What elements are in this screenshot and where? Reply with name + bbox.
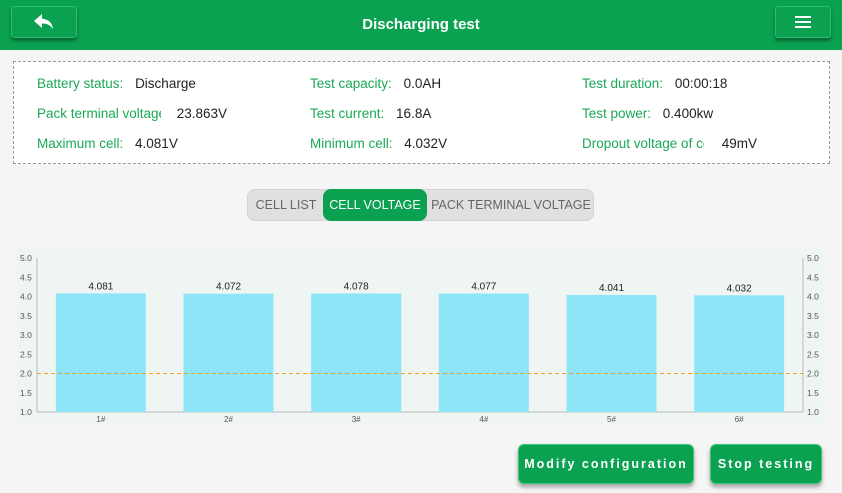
test-duration: Test duration: 00:00:18: [582, 76, 727, 91]
tab-cell-voltage[interactable]: CELL VOLTAGE: [323, 189, 427, 221]
y-tick-label-right: 4.0: [807, 292, 819, 302]
modify-configuration-button[interactable]: Modify configuration: [518, 444, 694, 484]
bar: [438, 293, 529, 412]
minimum-cell-label: Minimum cell:: [310, 136, 393, 151]
y-tick-label-left: 5.0: [20, 253, 32, 263]
x-tick-label: 5#: [607, 415, 616, 424]
top-bar: Discharging test: [0, 0, 842, 50]
y-tick-label-left: 4.5: [20, 272, 32, 282]
test-capacity-label: Test capacity:: [310, 76, 392, 91]
y-tick-label-right: 2.0: [807, 369, 819, 379]
test-current-label: Test current:: [310, 106, 385, 121]
hamburger-menu-icon: [795, 16, 811, 28]
maximum-cell-label: Maximum cell:: [37, 136, 124, 151]
tab-cell-list[interactable]: CELL LIST: [248, 190, 324, 220]
y-tick-label-right: 1.0: [807, 407, 819, 417]
data-label: 4.077: [471, 282, 496, 293]
stop-testing-button[interactable]: Stop testing: [710, 444, 822, 484]
pack-terminal-voltage-value: 23.863V: [176, 106, 228, 121]
pack-terminal-voltage-label: Pack terminal voltage: [37, 106, 161, 121]
maximum-cell: Maximum cell: 4.081V: [37, 136, 178, 151]
test-current-value: 16.8A: [396, 106, 432, 121]
data-label: 4.072: [216, 282, 241, 293]
test-power-label: Test power:: [582, 106, 652, 121]
data-label: 4.081: [88, 281, 113, 292]
y-tick-label-left: 3.5: [20, 311, 32, 321]
test-current: Test current: 16.8A: [310, 106, 431, 121]
dropout-voltage-value: 49mV: [721, 136, 758, 151]
view-tabs: CELL LIST CELL VOLTAGE PACK TERMINAL VOL…: [247, 189, 594, 221]
page-title: Discharging test: [362, 16, 480, 33]
y-tick-label-left: 1.0: [20, 407, 32, 417]
x-tick-label: 1#: [96, 415, 105, 424]
x-tick-label: 6#: [735, 415, 744, 424]
test-capacity: Test capacity: 0.0AH: [310, 76, 441, 91]
minimum-cell: Minimum cell: 4.032V: [310, 136, 447, 151]
data-label: 4.041: [599, 283, 624, 294]
bar: [311, 293, 402, 412]
test-info-panel: Battery status: Discharge Test capacity:…: [13, 61, 830, 164]
menu-button[interactable]: [775, 6, 831, 38]
y-tick-label-left: 1.5: [20, 388, 32, 398]
test-duration-value: 00:00:18: [674, 76, 728, 91]
y-tick-label-right: 3.0: [807, 330, 819, 340]
bar: [55, 293, 146, 412]
y-tick-label-right: 4.5: [807, 272, 819, 282]
maximum-cell-value: 4.081V: [135, 136, 178, 151]
bar: [566, 294, 657, 412]
y-tick-label-left: 4.0: [20, 292, 32, 302]
test-power-value: 0.400kw: [662, 106, 714, 121]
cell-voltage-chart-svg: 1.0 1.01.5 1.52.0 2.02.5 2.53.0 3.03.5 3.54.0 4…: [20, 253, 819, 424]
test-power: Test power: 0.400kw: [582, 106, 713, 121]
cell-voltage-chart: 1.0 1.0 1.5 1.5 2.0 2.0 2.5 2.5 3.0 3.0 3.5 3.5 4.0 4…: [17, 246, 825, 426]
bar: [694, 295, 785, 412]
dropout-voltage-label: Dropout voltage of cell:: [582, 136, 704, 151]
y-tick-label-right: 2.5: [807, 349, 819, 359]
x-tick-label: 2#: [224, 415, 233, 424]
bar: [183, 293, 274, 412]
test-capacity-value: 0.0AH: [403, 76, 442, 91]
x-tick-label: 3#: [352, 415, 361, 424]
dropout-voltage: Dropout voltage of cell: 49mV: [582, 136, 757, 151]
y-tick-label-right: 1.5: [807, 388, 819, 398]
tab-pack-terminal-voltage[interactable]: PACK TERMINAL VOLTAGE: [427, 190, 595, 220]
test-duration-label: Test duration:: [582, 76, 664, 91]
y-tick-label-right: 5.0: [807, 253, 819, 263]
pack-terminal-voltage: Pack terminal voltage 23.863V: [37, 106, 227, 121]
x-tick-label: 4#: [479, 415, 488, 424]
y-tick-label-left: 2.5: [20, 349, 32, 359]
battery-status-label: Battery status:: [37, 76, 124, 91]
data-label: 4.078: [344, 281, 369, 292]
y-tick-label-left: 2.0: [20, 369, 32, 379]
y-tick-label-right: 3.5: [807, 311, 819, 321]
battery-status-value: Discharge: [135, 76, 196, 91]
battery-status: Battery status: Discharge: [37, 76, 196, 91]
y-tick-label-left: 3.0: [20, 330, 32, 340]
minimum-cell-value: 4.032V: [404, 136, 448, 151]
data-label: 4.032: [727, 283, 752, 294]
